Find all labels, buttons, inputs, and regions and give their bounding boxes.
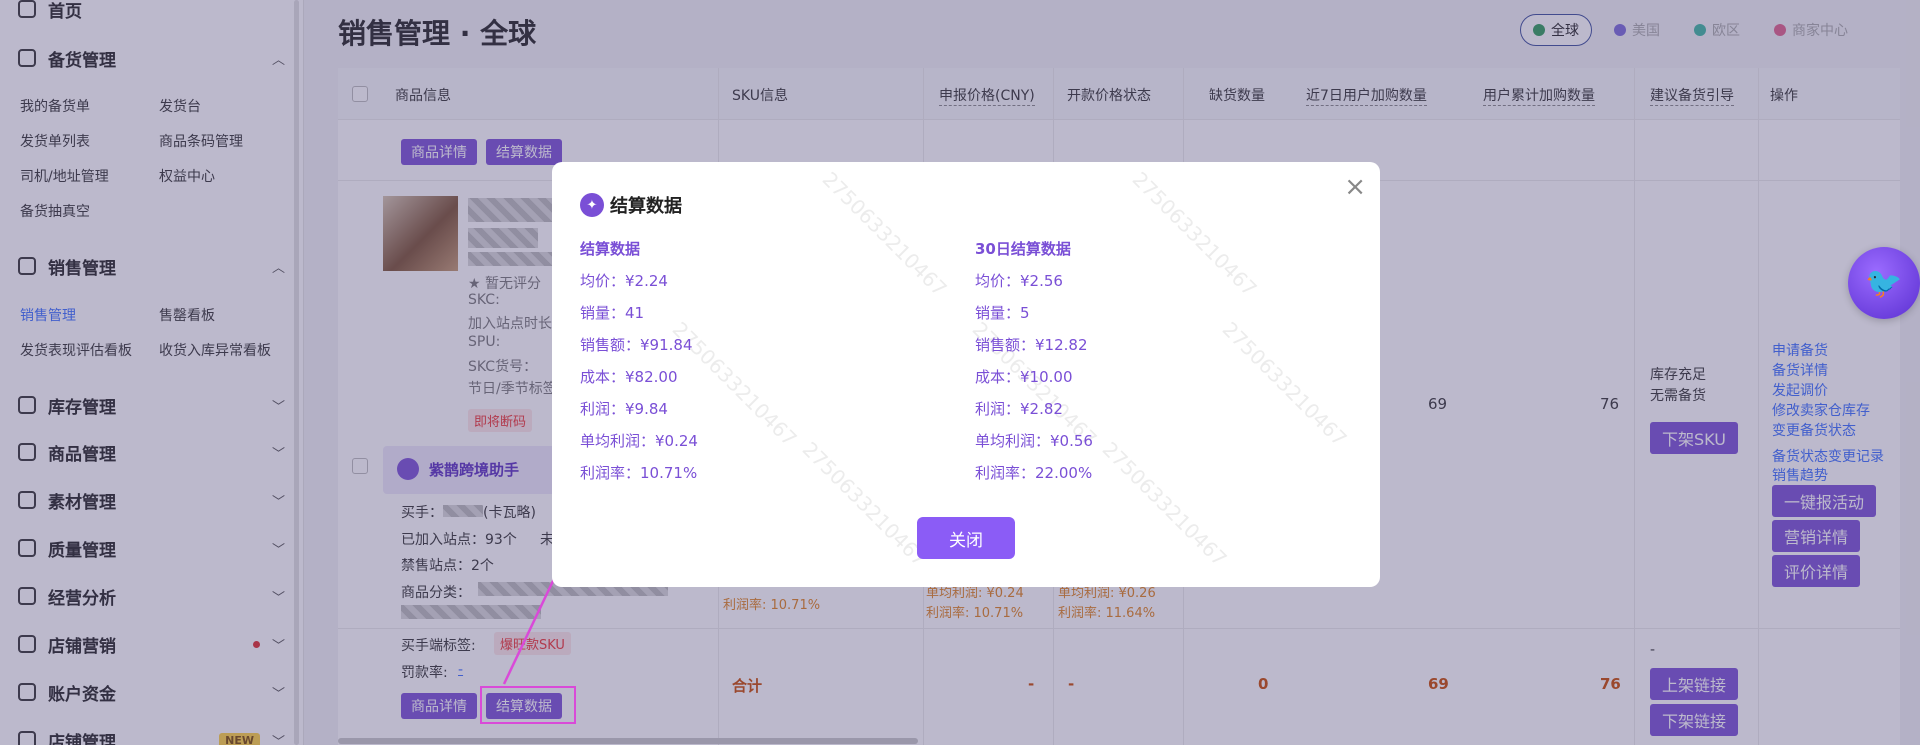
sales-amount: 销售额：¥91.84 bbox=[580, 336, 693, 354]
watermark: 2750633210467 bbox=[797, 437, 932, 571]
watermark: 2750633210467 bbox=[1217, 317, 1352, 451]
annotation-highlight-box bbox=[480, 686, 576, 724]
modal-title: 结算数据 bbox=[610, 196, 682, 217]
settlement-column: 结算数据 均价：¥2.24 销量：41 销售额：¥91.84 成本：¥82.00… bbox=[580, 238, 698, 494]
profit-30d: 利润：¥2.82 bbox=[975, 400, 1063, 418]
modal-header: ✦ 结算数据 bbox=[580, 192, 682, 218]
sales-qty: 销量：41 bbox=[580, 304, 645, 322]
cost: 成本：¥82.00 bbox=[580, 368, 678, 386]
unit-profit-30d: 单均利润：¥0.56 bbox=[975, 432, 1093, 450]
modal-close-icon[interactable]: × bbox=[1344, 174, 1366, 200]
settlement-heading: 结算数据 bbox=[580, 240, 641, 258]
avg-price-30d: 均价：¥2.56 bbox=[975, 272, 1063, 290]
watermark: 2750633210467 bbox=[817, 167, 952, 301]
watermark: 2750633210467 bbox=[1097, 437, 1232, 571]
cost-30d: 成本：¥10.00 bbox=[975, 368, 1073, 386]
watermark: 2750633210467 bbox=[1127, 167, 1262, 301]
settlement-30d-column: 30日结算数据 均价：¥2.56 销量：5 销售额：¥12.82 成本：¥10.… bbox=[975, 238, 1093, 494]
unit-profit: 单均利润：¥0.24 bbox=[580, 432, 698, 450]
profit-rate-30d: 利润率：22.00% bbox=[975, 464, 1093, 482]
close-button[interactable]: 关闭 bbox=[917, 517, 1015, 559]
assistant-logo-icon: ✦ bbox=[580, 193, 604, 217]
profit: 利润：¥9.84 bbox=[580, 400, 668, 418]
bird-icon: 🐦 bbox=[1865, 265, 1903, 301]
profit-rate: 利润率：10.71% bbox=[580, 464, 698, 482]
sales-qty-30d: 销量：5 bbox=[975, 304, 1030, 322]
sales-amount-30d: 销售额：¥12.82 bbox=[975, 336, 1088, 354]
assistant-fab[interactable]: 🐦 bbox=[1848, 247, 1920, 319]
avg-price: 均价：¥2.24 bbox=[580, 272, 668, 290]
settlement-30d-heading: 30日结算数据 bbox=[975, 240, 1071, 258]
settlement-modal: 2750633210467 2750633210467 275063321046… bbox=[552, 162, 1380, 587]
